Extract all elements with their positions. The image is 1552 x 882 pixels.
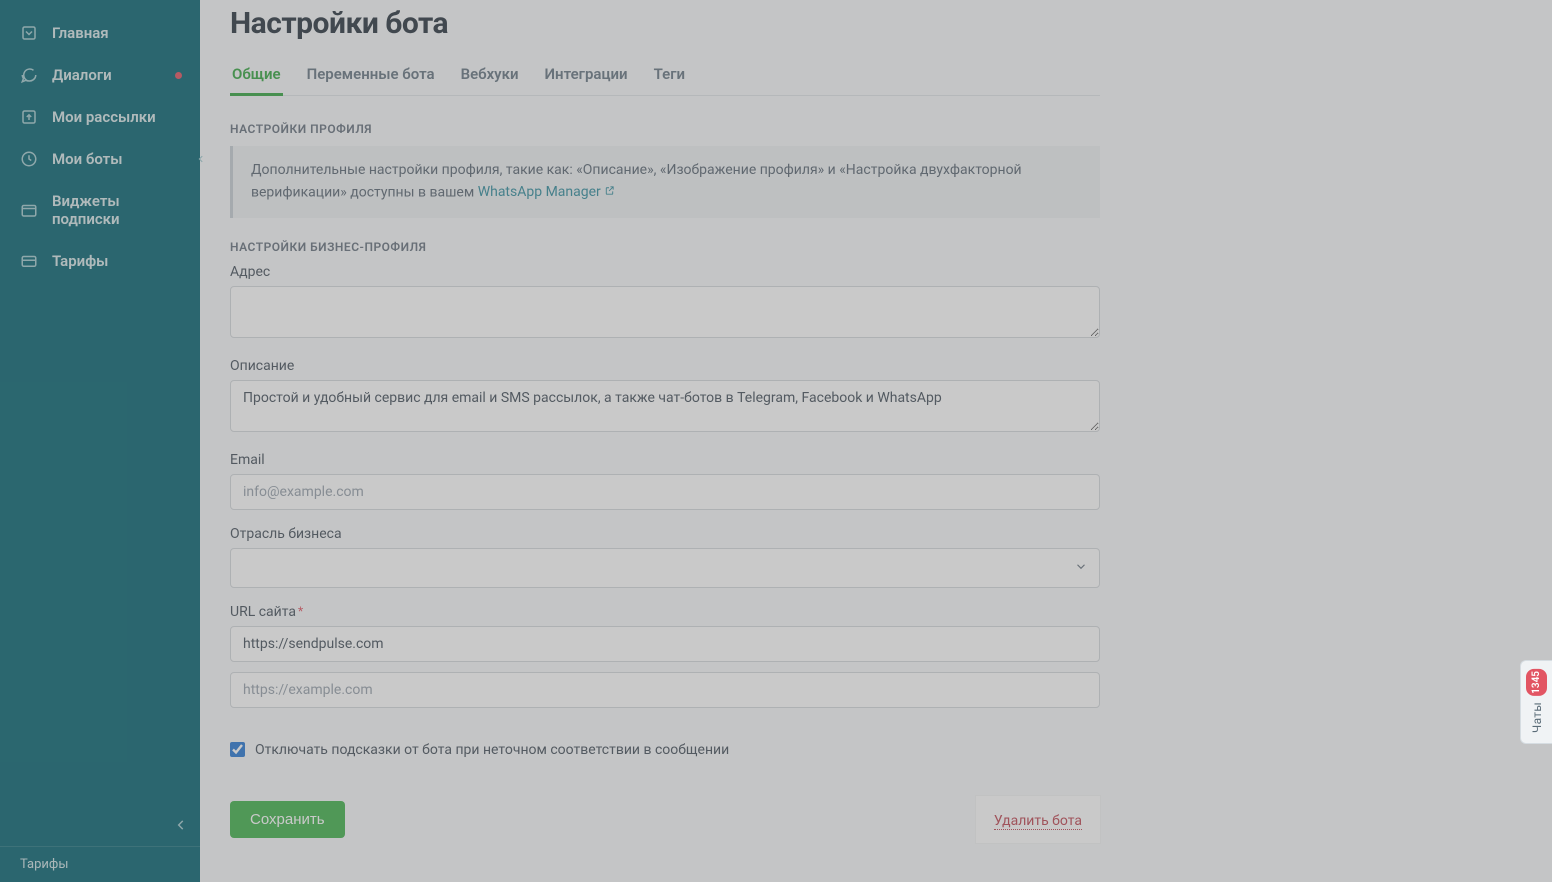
description-group: Описание — [230, 358, 1100, 436]
sidebar-item-pricing[interactable]: Тарифы — [0, 240, 200, 282]
sidebar: Главная Диалоги Мои рассылки Мои боты — [0, 0, 200, 882]
chat-count-badge: 1345 — [1526, 669, 1547, 696]
industry-select[interactable] — [230, 548, 1100, 588]
tab-tags[interactable]: Теги — [652, 59, 687, 96]
suggestions-checkbox-row: Отключать подсказки от бота при неточном… — [230, 724, 1100, 766]
sidebar-collapse-button[interactable] — [170, 813, 192, 840]
whatsapp-manager-link[interactable]: WhatsApp Manager — [478, 184, 615, 200]
tab-general[interactable]: Общие — [230, 59, 283, 96]
sidebar-footer-link[interactable]: Тарифы — [0, 846, 200, 882]
email-input[interactable] — [230, 474, 1100, 510]
suggestions-checkbox-label[interactable]: Отключать подсказки от бота при неточном… — [255, 742, 729, 758]
url-input-1[interactable] — [230, 626, 1100, 662]
url-input-2[interactable] — [230, 672, 1100, 708]
suggestions-checkbox[interactable] — [230, 742, 245, 757]
sidebar-item-label: Тарифы — [52, 252, 108, 270]
sidebar-nav: Главная Диалоги Мои рассылки Мои боты — [0, 0, 200, 806]
notification-dot — [175, 72, 182, 79]
business-section-heading: НАСТРОЙКИ БИЗНЕС-ПРОФИЛЯ — [230, 240, 1100, 254]
sidebar-item-home[interactable]: Главная — [0, 12, 200, 54]
address-group: Адрес — [230, 264, 1100, 342]
chat-widget[interactable]: 1345 Чаты — [1520, 660, 1552, 744]
industry-group: Отрасль бизнеса — [230, 526, 1100, 588]
sidebar-item-label: Виджеты подписки — [52, 192, 180, 228]
url-group: URL сайта* — [230, 604, 1100, 708]
tab-webhooks[interactable]: Вебхуки — [459, 59, 521, 96]
widget-icon — [20, 201, 38, 219]
address-label: Адрес — [230, 264, 1100, 280]
sidebar-item-label: Диалоги — [52, 66, 112, 84]
sidebar-item-label: Мои рассылки — [52, 108, 156, 126]
sidebar-item-campaigns[interactable]: Мои рассылки — [0, 96, 200, 138]
description-label: Описание — [230, 358, 1100, 374]
profile-section-heading: НАСТРОЙКИ ПРОФИЛЯ — [230, 122, 1100, 136]
content: Настройки бота Общие Переменные бота Веб… — [200, 0, 1130, 873]
tabs: Общие Переменные бота Вебхуки Интеграции… — [230, 59, 1100, 96]
home-icon — [20, 24, 38, 42]
tab-variables[interactable]: Переменные бота — [305, 59, 437, 96]
upload-icon — [20, 108, 38, 126]
sidebar-item-bots[interactable]: Мои боты — [0, 138, 200, 180]
required-star: * — [298, 604, 303, 618]
email-label: Email — [230, 452, 1100, 468]
industry-label: Отрасль бизнеса — [230, 526, 1100, 542]
description-input[interactable] — [230, 380, 1100, 432]
sidebar-item-label: Мои боты — [52, 150, 122, 168]
bot-icon — [20, 150, 38, 168]
card-icon — [20, 252, 38, 270]
sidebar-item-dialogs[interactable]: Диалоги — [0, 54, 200, 96]
sidebar-collapse-row — [0, 806, 200, 846]
sidebar-item-widgets[interactable]: Виджеты подписки — [0, 180, 200, 240]
external-link-icon — [604, 182, 615, 204]
chat-widget-label: Чаты — [1530, 702, 1544, 733]
delete-bot-link[interactable]: Удалить бота — [994, 813, 1082, 830]
chevron-left-icon — [196, 152, 204, 166]
url-label: URL сайта* — [230, 604, 1100, 620]
main: Настройки бота Общие Переменные бота Веб… — [200, 0, 1552, 882]
address-input[interactable] — [230, 286, 1100, 338]
footer-actions: Сохранить Удалить бота — [230, 796, 1100, 843]
profile-info-text: Дополнительные настройки профиля, такие … — [251, 162, 1022, 200]
profile-info-box: Дополнительные настройки профиля, такие … — [230, 146, 1100, 218]
save-button[interactable]: Сохранить — [230, 801, 345, 838]
email-group: Email — [230, 452, 1100, 510]
sidebar-item-label: Главная — [52, 24, 109, 42]
tab-integrations[interactable]: Интеграции — [543, 59, 630, 96]
page-title: Настройки бота — [230, 6, 1100, 41]
chat-icon — [20, 66, 38, 84]
delete-card: Удалить бота — [976, 796, 1100, 843]
